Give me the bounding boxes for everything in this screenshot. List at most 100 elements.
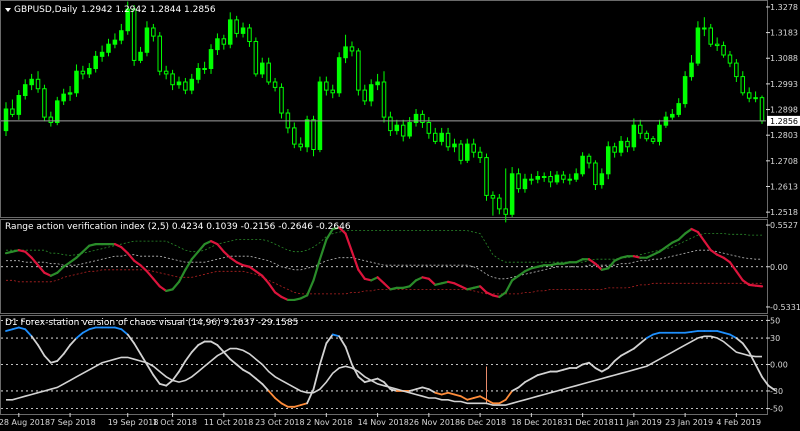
candle-body [612,146,617,153]
price-axis: 1.3278 1.3183 1.3088 1.2993 1.2898 1.2803 1.27… [766,3,798,217]
candle-body [93,55,98,69]
candle-body [266,62,271,83]
chaos-fast-segment [690,330,699,333]
candle-body [375,81,380,86]
background [0,0,800,431]
candle-body [221,38,227,45]
candle [580,152,585,177]
candle-body [407,122,412,137]
candle-body [381,81,387,118]
candle-body [439,132,444,142]
candle-body [529,178,534,181]
candle-body [240,27,246,34]
candle-body [112,39,118,45]
price-tick-label: 1.2613 [770,182,798,191]
candle-body [714,43,720,47]
candle-body [702,27,707,30]
candle-body [625,140,630,148]
candle-body [170,73,175,86]
price-tick-label: 1.2898 [770,106,798,115]
candle-body [721,45,726,56]
chaos-tick-label: -30 [770,387,783,396]
candle-body [87,68,92,75]
candle-body [35,78,41,90]
candle-body [593,162,598,186]
candle-body [106,43,111,53]
candle-body [400,124,406,137]
chaos-tick-label: 0.00 [770,361,788,370]
candle-body [599,173,605,186]
date-tick-label: 31 Dec 2018 [563,418,614,427]
candle-body [215,38,220,51]
candle-body [10,108,15,115]
candle-body [682,76,688,105]
date-tick-label: 11 Jan 2019 [614,418,662,427]
chaos-fast-segment [684,330,693,334]
rv-tick-label: 0.00 [770,263,788,272]
candle [695,21,701,66]
candle-body [740,76,746,94]
candle-body [554,174,560,183]
candle-body [157,35,163,72]
price-tick-label: 1.3088 [770,54,798,63]
candle-body [458,143,464,161]
candle-body [253,41,259,75]
candle-body [67,92,73,95]
candle-body [432,132,438,142]
candle [336,52,342,97]
candle [253,37,259,77]
candle [484,153,489,201]
candle [279,83,284,119]
date-tick-label: 6 Dec 2018 [460,418,506,427]
candle-body [573,173,579,180]
candle-body [311,119,316,151]
date-tick-label: 2 Nov 2018 [306,418,352,427]
candle-body [759,97,765,122]
candle-body [452,143,457,148]
date-tick-label: 23 Jan 2019 [665,418,713,427]
candle [682,71,688,108]
candle-body [99,51,105,57]
candle-body [618,140,624,153]
candle-body [54,100,60,124]
price-title-group[interactable]: GBPUSD,Daily 1.2942 1.2942 1.2844 1.2856 [5,5,216,15]
rv-index-label: Range action verification index (2,5) 0.… [5,222,351,232]
candle-body [292,127,297,145]
candle-body [586,155,592,164]
symbol-label: GBPUSD,Daily [14,5,78,15]
candle-body [48,116,54,123]
current-price-badge: 1.2856 [767,115,800,126]
candle-body [541,176,547,178]
date-tick-label: 11 Oct 2018 [204,418,253,427]
date-tick-label: 26 Nov 2018 [409,418,460,427]
candle-body [119,30,124,41]
candle-body [324,81,329,91]
chaos-visual-label: D1 Forex-station version of chaos visual… [5,318,298,328]
candle-body [304,119,310,148]
candle [458,140,464,165]
candle-body [471,143,476,153]
candle [42,84,47,122]
candle-body [74,70,79,94]
candle-body [426,122,432,134]
candle-body [183,81,188,91]
date-tick-label: 28 Aug 2018 [0,418,50,427]
date-tick-label: 18 Dec 2018 [511,418,562,427]
candle-body [503,208,508,215]
candle-body [362,89,368,102]
candle [509,167,515,217]
price-tick-label: 1.2518 [770,208,798,217]
rv-tick-label: -0.5331 [770,303,800,312]
date-tick-label: 23 Oct 2018 [255,418,304,427]
candle-body [676,103,681,115]
candle-body [42,88,47,118]
candle-body [516,173,521,190]
date-tick-label: 19 Sep 2018 [108,418,159,427]
date-tick-label: 4 Feb 2019 [716,418,761,427]
candle-body [272,81,278,88]
chaos-tick-label: 30 [770,334,780,343]
candle-body [490,194,496,199]
candle [759,95,765,124]
candle-body [260,62,265,75]
current-price-text: 1.2856 [770,117,798,126]
